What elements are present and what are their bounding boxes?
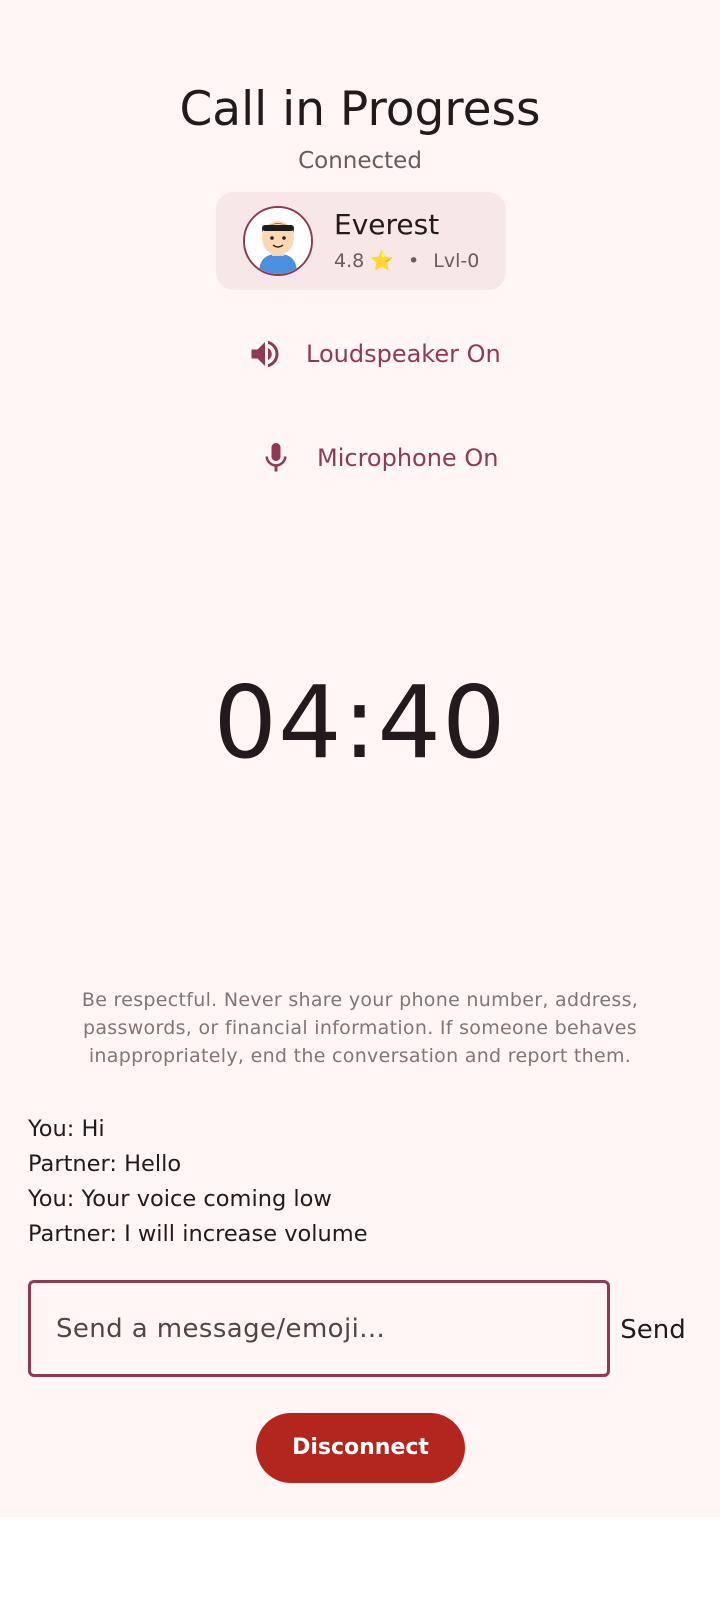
- star-icon: ⭐: [370, 250, 394, 272]
- chat-log: You: Hi Partner: Hello You: Your voice c…: [28, 1112, 688, 1252]
- call-status: Connected: [298, 148, 422, 174]
- loudspeaker-label: Loudspeaker On: [306, 340, 501, 368]
- safety-notice: Be respectful. Never share your phone nu…: [81, 989, 639, 1067]
- partner-card: Everest 4.8 ⭐ • Lvl-0: [216, 192, 506, 290]
- send-button[interactable]: Send: [616, 1305, 690, 1355]
- microphone-label: Microphone On: [317, 444, 499, 472]
- call-screen: Call in Progress Connected Everest 4.8 ⭐…: [0, 0, 720, 1517]
- partner-name: Everest: [334, 208, 440, 241]
- page-title: Call in Progress: [179, 82, 541, 137]
- chat-message: Partner: Hello: [28, 1151, 182, 1177]
- microphone-toggle[interactable]: Microphone On: [257, 432, 498, 484]
- chat-message: You: Your voice coming low: [28, 1186, 332, 1212]
- message-field[interactable]: [28, 1280, 610, 1377]
- chat-message: Partner: I will increase volume: [28, 1221, 368, 1247]
- meta-separator: •: [407, 250, 420, 272]
- partner-rating: 4.8: [334, 250, 365, 272]
- loudspeaker-toggle[interactable]: Loudspeaker On: [246, 328, 501, 380]
- message-input[interactable]: [31, 1313, 607, 1344]
- speaker-icon: [246, 335, 284, 373]
- chat-message: You: Hi: [28, 1116, 105, 1142]
- user-avatar-icon: [243, 206, 313, 276]
- partner-level: Lvl-0: [433, 250, 480, 272]
- call-timer: 04:40: [213, 664, 507, 781]
- disconnect-button[interactable]: Disconnect: [256, 1413, 465, 1483]
- microphone-icon: [257, 439, 295, 477]
- partner-meta: 4.8 ⭐ • Lvl-0: [334, 248, 479, 274]
